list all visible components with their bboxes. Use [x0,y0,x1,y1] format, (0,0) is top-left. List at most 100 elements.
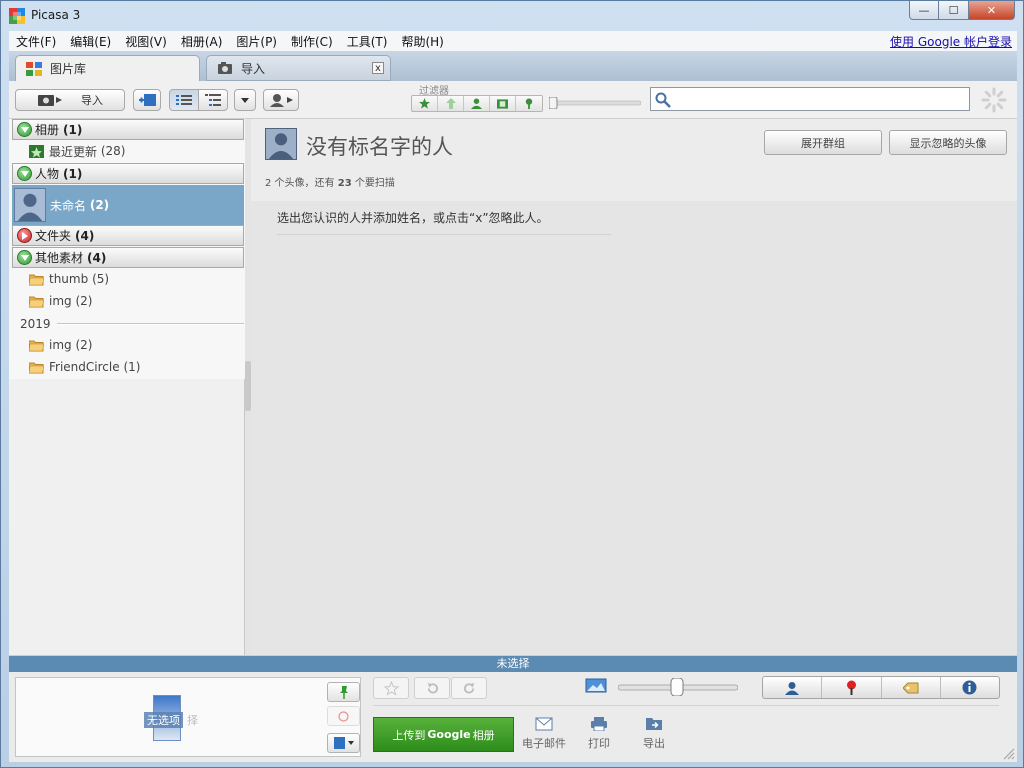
group-people-label: 人物 [35,167,60,181]
menu-edit[interactable]: 编辑(E) [63,33,118,50]
print-button[interactable]: 打印 [574,717,624,751]
thumbnail-size-icon [585,678,607,693]
places-panel-button[interactable] [822,677,882,698]
export-button[interactable]: 导出 [629,717,679,751]
library-sidebar: 相册 (1) 最近更新 (28) 人物 (1) 未命名 (2) 文件夹 (4) [9,119,245,655]
tab-import-label: 导入 [241,61,266,76]
thumbnail-size-slider[interactable] [618,678,738,696]
people-header: 没有标名字的人 2 个头像，还有 23 个要扫描 展开群组 显示忽略的头像 [251,119,1017,201]
group-other[interactable]: 其他素材 (4) [12,247,244,268]
email-label: 电子邮件 [522,737,566,750]
group-folders-count: (4) [75,228,95,243]
group-albums[interactable]: 相册 (1) [12,119,244,140]
selection-status-bar: 未选择 [9,656,1017,672]
filter-slider[interactable] [549,97,641,109]
clear-tray-button[interactable] [327,706,360,726]
people-panel-button[interactable] [763,677,823,698]
group-other-count: (4) [87,250,107,265]
tab-strip: 图片库 导入 x [9,51,1017,81]
collapse-arrow-icon[interactable] [17,250,32,265]
group-people[interactable]: 人物 (1) [12,163,244,184]
tab-library[interactable]: 图片库 [15,55,200,81]
collapse-arrow-icon[interactable] [17,122,32,137]
tags-panel-button[interactable] [882,677,941,698]
sidebar-item-thumb-label: thumb [49,272,89,286]
search-input[interactable] [650,87,970,111]
menu-picture[interactable]: 图片(P) [229,33,284,50]
add-album-button[interactable] [133,89,161,111]
sidebar-item-recent[interactable]: 最近更新 (28) [29,141,125,161]
expand-groups-button[interactable]: 展开群组 [764,130,882,155]
rotate-right-button[interactable] [451,677,487,699]
menu-file[interactable]: 文件(F) [9,33,63,50]
sidebar-item-img[interactable]: img (2) [29,291,92,311]
list-view-button[interactable] [169,89,199,111]
printer-icon [591,717,607,731]
folder-icon [29,340,44,351]
album-dropdown-icon [333,737,354,749]
export-label: 导出 [643,737,665,750]
toolbar: 导入 过滤器 [9,81,1017,119]
upload-google-album-button[interactable]: 上传到 Google 相册 [373,717,514,752]
menu-album[interactable]: 相册(A) [174,33,230,50]
tree-view-button[interactable] [198,89,228,111]
sidebar-item-img-2019[interactable]: img (2) [29,335,92,355]
import-button-label: 导入 [81,94,103,107]
show-ignored-faces-button[interactable]: 显示忽略的头像 [889,130,1007,155]
email-button[interactable]: 电子邮件 [519,717,569,751]
tray-selection-label: 无选项 [144,712,183,728]
upload-prefix: 上传到 [392,728,426,742]
google-login-link[interactable]: 使用 Google 帐户登录 [890,33,1017,50]
view-options-dropdown[interactable] [234,89,256,111]
year-divider-line [56,323,244,325]
tree-view-icon [205,94,221,106]
resize-grip-icon[interactable] [1001,746,1015,760]
sidebar-item-img-2019-label: img [49,338,72,352]
list-view-icon [176,95,192,105]
filter-geotag-button[interactable] [516,96,542,111]
maximize-button[interactable]: ☐ [939,1,969,20]
filter-starred-button[interactable] [412,96,438,111]
face-camera-icon [270,94,293,107]
filter-uploaded-button[interactable] [438,96,464,111]
recent-updates-icon [29,144,44,158]
sidebar-item-recent-count: (28) [100,144,126,158]
import-button[interactable]: 导入 [15,89,125,111]
hold-pin-button[interactable] [327,682,360,702]
tab-import-close-icon[interactable]: x [372,62,384,74]
filter-faces-button[interactable] [464,96,490,111]
import-camera-icon [38,95,62,106]
tag-icon [902,682,919,693]
filter-video-button[interactable] [490,96,516,111]
menu-create[interactable]: 制作(C) [284,33,340,50]
sidebar-list: 相册 (1) 最近更新 (28) 人物 (1) 未命名 (2) 文件夹 (4) [9,119,245,379]
group-folders[interactable]: 文件夹 (4) [12,225,244,246]
bottom-panel: 无选项 择 上传到 Google 相册 电子邮件 打印 导出 [9,672,1017,762]
divider [277,234,611,235]
sidebar-item-friendcircle[interactable]: FriendCircle (1) [29,357,140,377]
tab-import[interactable]: 导入 x [206,55,391,81]
menu-tools[interactable]: 工具(T) [340,33,395,50]
people-manager-button[interactable] [263,89,299,111]
close-button[interactable]: ✕ [969,1,1015,20]
photo-tray[interactable]: 无选项 择 [15,677,361,757]
info-panel-button[interactable] [941,677,999,698]
menu-help[interactable]: 帮助(H) [394,33,450,50]
person-icon [471,98,482,109]
expand-arrow-icon[interactable] [17,228,32,243]
sidebar-item-thumb[interactable]: thumb (5) [29,269,109,289]
menu-view[interactable]: 视图(V) [118,33,174,50]
remaining-count: 23 [337,178,352,189]
chevron-down-icon [241,97,249,103]
collapse-arrow-icon[interactable] [17,166,32,181]
group-folders-label: 文件夹 [35,229,72,243]
add-to-album-button[interactable] [327,733,360,753]
rotate-right-icon [463,682,474,694]
rotate-left-button[interactable] [414,677,450,699]
title-bar[interactable]: Picasa 3 — ☐ ✕ [1,1,1023,29]
rotate-left-icon [427,682,438,694]
sidebar-item-unnamed[interactable]: 未命名 (2) [12,185,244,225]
tab-library-label: 图片库 [50,62,87,76]
minimize-button[interactable]: — [909,1,939,20]
star-button[interactable] [373,677,409,699]
